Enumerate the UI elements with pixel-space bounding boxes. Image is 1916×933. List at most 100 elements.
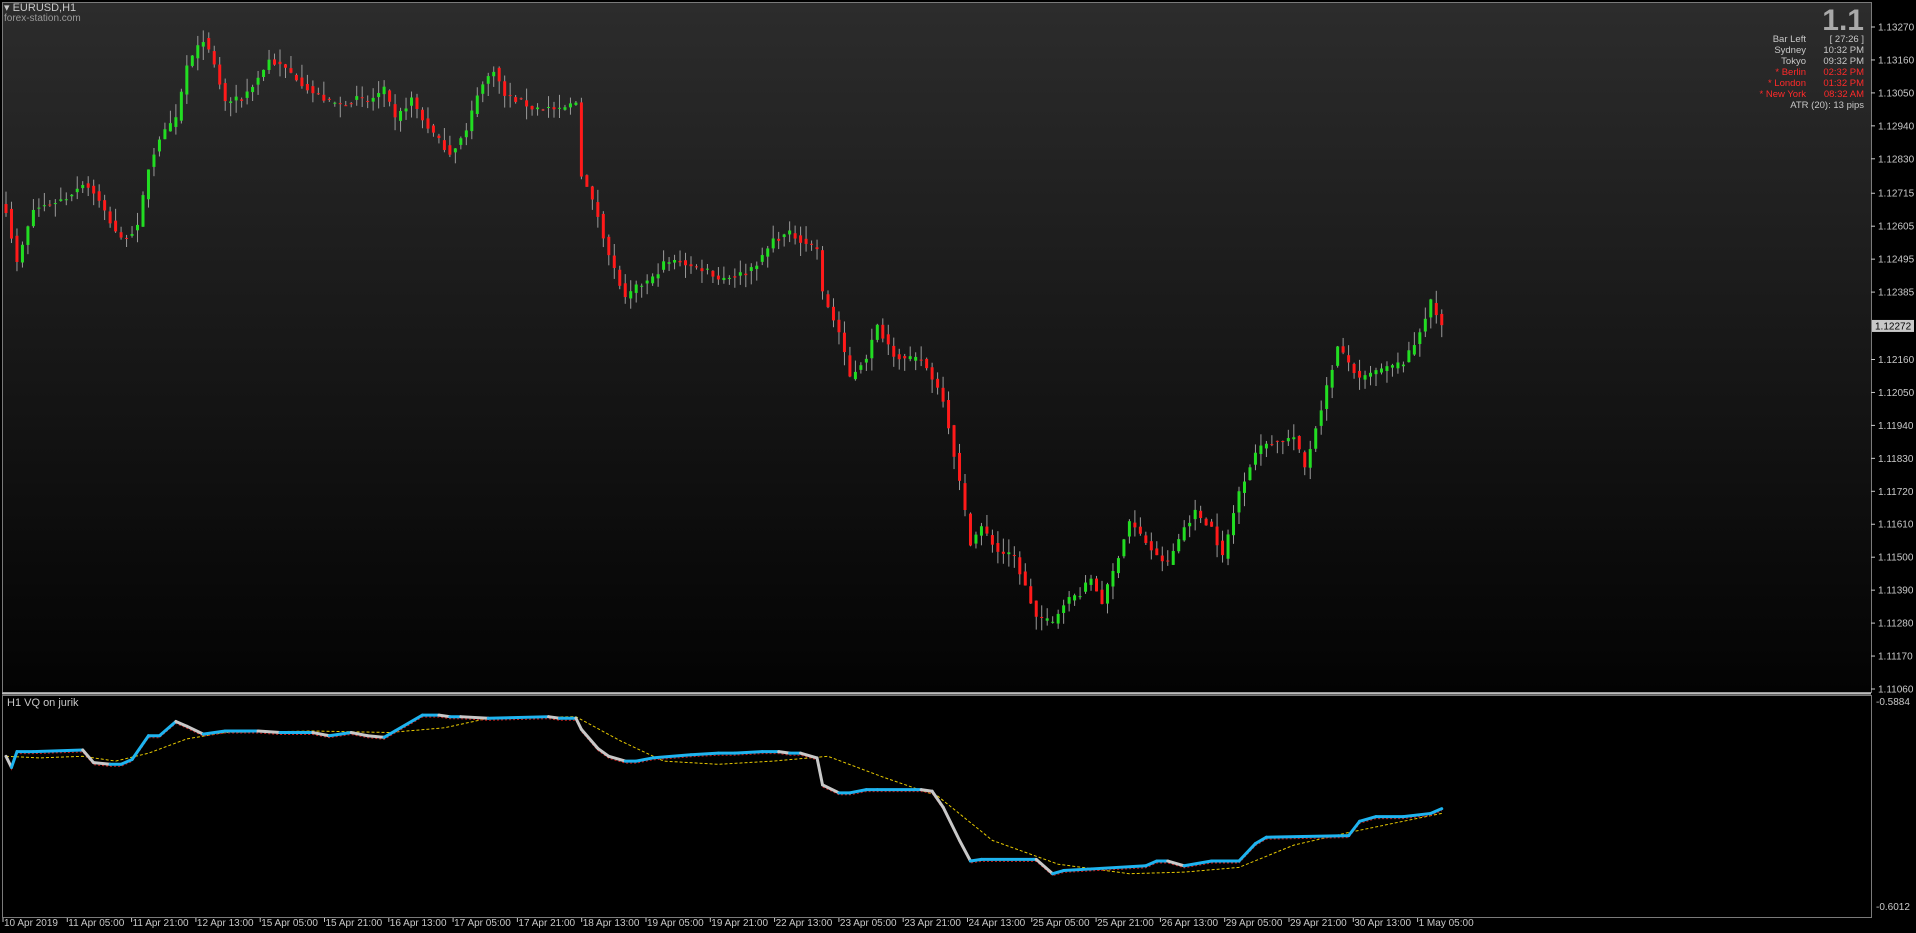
candle-body	[793, 233, 797, 239]
candle-body	[678, 260, 682, 263]
vq-line-segment	[1062, 867, 1093, 873]
indicator-area[interactable]	[2, 695, 1871, 917]
candle-body	[1363, 375, 1367, 380]
candle-body	[771, 238, 775, 249]
candle-body	[815, 247, 819, 250]
candle-body	[755, 265, 759, 270]
candle-body	[503, 81, 507, 96]
vq-line-segment	[1264, 834, 1351, 839]
candle-body	[1237, 491, 1241, 513]
candle-body	[212, 51, 216, 65]
candle-body	[525, 100, 529, 107]
candle-body	[1073, 595, 1077, 601]
candle-body	[240, 99, 244, 101]
candle-body	[1210, 521, 1214, 527]
time-tick-label: 11 Apr 21:00	[133, 918, 189, 929]
candle-body	[673, 259, 677, 263]
candle-body	[547, 107, 551, 109]
candle-body	[42, 205, 46, 207]
candle-body	[92, 185, 96, 194]
candle-body	[881, 324, 885, 339]
candle-body	[1308, 449, 1312, 468]
candle-body	[667, 262, 671, 264]
candle-body	[968, 513, 972, 546]
time-tick-label: 25 Apr 21:00	[1097, 918, 1154, 929]
candle-body	[1062, 605, 1066, 613]
candle-body	[1182, 527, 1186, 541]
candle-body	[1221, 540, 1225, 556]
candle-body	[410, 97, 414, 106]
candle-body	[355, 96, 359, 100]
candle-body	[1358, 370, 1362, 378]
candle-body	[163, 129, 167, 140]
session-value: 09:32 PM	[1823, 56, 1864, 67]
candle-body	[1012, 554, 1016, 556]
candle-body	[908, 356, 912, 360]
price-tick-label: 1.12050	[1878, 388, 1915, 399]
candle-body	[1144, 535, 1148, 543]
candle-body	[486, 76, 490, 84]
candle-body	[601, 213, 605, 239]
vq-line-segment	[486, 715, 551, 720]
candle-body	[925, 358, 929, 369]
candle-body	[399, 110, 403, 121]
candle-body	[1138, 526, 1142, 534]
candle-body	[689, 264, 693, 267]
candle-body	[651, 276, 655, 284]
candle-body	[864, 358, 868, 363]
candle-body	[1177, 539, 1181, 552]
time-tick-label: 23 Apr 21:00	[904, 918, 961, 929]
vq-line-segment	[31, 748, 85, 754]
candle-body	[377, 93, 381, 98]
time-axis[interactable]: 10 Apr 2019 11 Apr 05:00 11 Apr 21:00 12 Ap…	[2, 918, 1474, 929]
candle-body	[289, 68, 293, 73]
candle-body	[1264, 443, 1268, 449]
candle-body	[519, 98, 523, 100]
candle-body	[1297, 436, 1301, 450]
candle-body	[607, 236, 611, 256]
candle-body	[141, 195, 145, 227]
candle-body	[1352, 363, 1356, 374]
source-label: forex-station.com	[4, 13, 81, 24]
price-tick-label: 1.11280	[1878, 619, 1914, 630]
candle-body	[744, 273, 748, 276]
time-tick-label: 16 Apr 13:00	[390, 918, 447, 929]
candle-body	[333, 102, 337, 104]
candle-body	[245, 91, 249, 98]
candle-body	[1440, 313, 1444, 326]
price-tick-label: 1.12605	[1878, 222, 1915, 233]
candle-body	[481, 84, 485, 94]
main-chart-area[interactable]	[2, 2, 1871, 692]
candle-body	[475, 95, 479, 115]
price-axis[interactable]: 1.13270 1.13160 1.13050 1.12940 1.12830 1.127…	[1871, 23, 1915, 696]
current-price-label: 1.12272	[1875, 321, 1912, 332]
candle-body	[1133, 522, 1137, 528]
candle-body	[31, 209, 35, 227]
price-tick-label: 1.12830	[1878, 154, 1915, 165]
time-tick-label: 11 Apr 05:00	[68, 918, 124, 929]
candle-body	[316, 93, 320, 95]
candle-body	[1018, 557, 1022, 575]
candle-body	[64, 199, 68, 201]
candle-body	[1259, 445, 1263, 455]
price-tick-label: 1.11830	[1878, 454, 1914, 465]
candle-body	[1242, 481, 1246, 493]
candle-body	[1292, 437, 1296, 440]
indicator-bottom-value: -0.6012	[1876, 902, 1910, 913]
candle-body	[86, 183, 90, 188]
candle-body	[437, 135, 441, 139]
candle-body	[442, 140, 446, 150]
candle-body	[1001, 551, 1005, 554]
candle-body	[848, 355, 852, 377]
candle-body	[1418, 332, 1422, 345]
candle-body	[278, 61, 282, 65]
candle-body	[722, 277, 726, 281]
candle-body	[727, 277, 731, 279]
candle-body	[716, 275, 720, 280]
time-tick-label: 29 Apr 05:00	[1226, 918, 1283, 929]
candle-body	[1215, 526, 1219, 546]
candle-body	[168, 123, 172, 132]
candle-body	[1303, 452, 1307, 468]
candle-body	[958, 452, 962, 481]
candle-body	[48, 204, 52, 206]
